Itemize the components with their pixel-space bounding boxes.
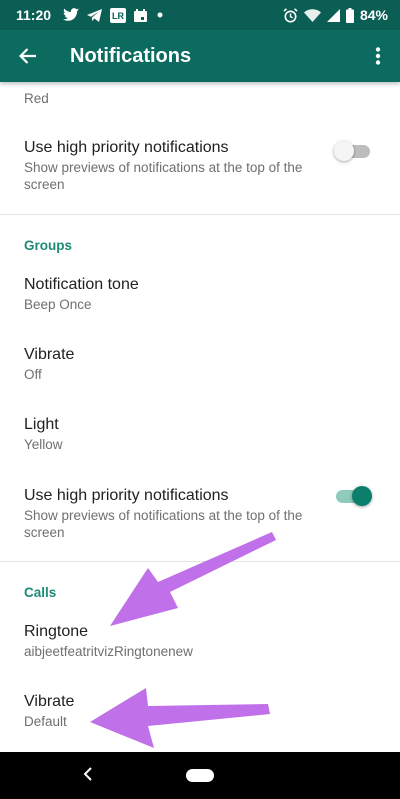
- nav-back-icon[interactable]: [78, 764, 98, 784]
- alarm-icon: [283, 7, 298, 23]
- notification-tone-title: Notification tone: [24, 276, 139, 293]
- system-nav-bar: [0, 752, 400, 799]
- app-bar: Notifications: [0, 30, 400, 82]
- nav-home-button[interactable]: [186, 769, 214, 782]
- calls-section-header: Calls: [24, 585, 57, 600]
- messages-high-priority-setting[interactable]: Use high priority notifications Show pre…: [24, 138, 320, 193]
- more-options-button[interactable]: [356, 30, 400, 82]
- groups-high-priority-title: Use high priority notifications: [24, 487, 229, 504]
- battery-level: 84%: [359, 7, 388, 23]
- battery-icon: [345, 7, 354, 23]
- messages-high-priority-toggle[interactable]: [334, 140, 372, 162]
- dot-icon: [155, 10, 165, 20]
- svg-text:LR: LR: [112, 11, 124, 21]
- groups-vibrate-setting[interactable]: Vibrate Off: [24, 345, 376, 383]
- more-vert-icon: [375, 47, 381, 65]
- telegram-icon: [87, 8, 103, 22]
- groups-high-priority-toggle[interactable]: [336, 485, 372, 507]
- groups-notification-tone-setting[interactable]: Notification tone Beep Once: [24, 275, 376, 313]
- annotation-arrow-ringtone: [110, 532, 276, 626]
- groups-light-value: Yellow: [24, 437, 63, 452]
- settings-list[interactable]: Red Use high priority notifications Show…: [0, 82, 400, 752]
- light-value: Red: [24, 91, 49, 106]
- status-time: 11:20: [16, 7, 52, 23]
- groups-vibrate-value: Off: [24, 367, 42, 382]
- toggle-thumb: [352, 486, 372, 506]
- groups-section-header: Groups: [24, 238, 73, 253]
- light-title-partial: [24, 82, 376, 89]
- calendar-icon: [134, 8, 148, 22]
- messages-high-priority-description: Show previews of notifications at the to…: [24, 160, 303, 192]
- twitter-icon: [63, 8, 80, 22]
- light-setting-partial[interactable]: Red: [24, 82, 376, 107]
- wifi-icon: [303, 8, 321, 22]
- toggle-thumb: [334, 141, 354, 161]
- lightroom-icon: LR: [110, 7, 127, 23]
- page-title: Notifications: [70, 44, 192, 67]
- groups-vibrate-title: Vibrate: [24, 346, 75, 363]
- divider: [0, 214, 400, 215]
- messages-high-priority-title: Use high priority notifications: [24, 139, 229, 156]
- groups-light-setting[interactable]: Light Yellow: [24, 415, 376, 453]
- annotation-arrow-vibrate: [90, 688, 270, 748]
- arrow-left-icon: [19, 48, 36, 64]
- signal-icon: [326, 8, 340, 22]
- groups-light-title: Light: [24, 416, 59, 433]
- back-button[interactable]: [0, 30, 56, 82]
- ringtone-value: aibjeetfeatritvizRingtonenew: [24, 644, 193, 659]
- status-bar: 11:20 LR 84%: [0, 0, 400, 30]
- notification-tone-value: Beep Once: [24, 297, 92, 312]
